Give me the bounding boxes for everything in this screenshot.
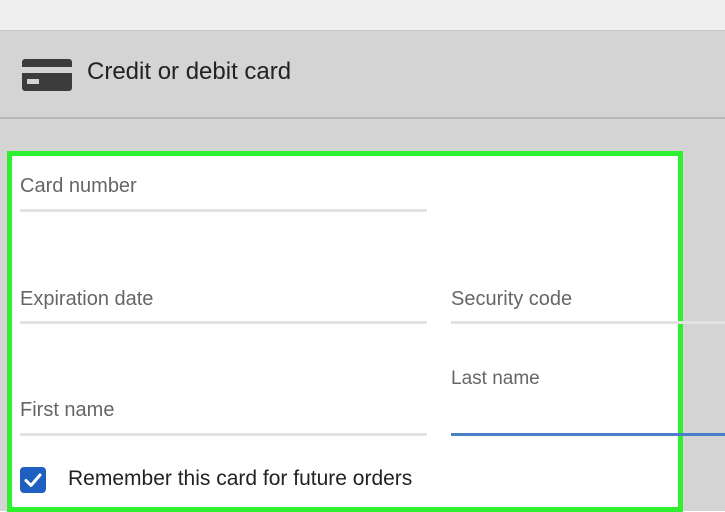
first-name-input[interactable]: First name xyxy=(20,399,114,422)
security-code-underline xyxy=(451,321,725,324)
payment-method-title: Credit or debit card xyxy=(87,58,292,85)
card-number-input[interactable]: Card number xyxy=(20,175,137,198)
card-form-panel xyxy=(7,151,683,512)
checkmark-icon xyxy=(24,473,42,487)
security-code-input[interactable]: Security code xyxy=(451,288,572,311)
last-name-label: Last name xyxy=(451,368,540,389)
card-number-underline xyxy=(20,209,427,212)
browser-top-bar xyxy=(0,0,725,31)
expiration-date-input[interactable]: Expiration date xyxy=(20,288,153,311)
expiration-date-underline xyxy=(20,321,427,324)
credit-card-icon xyxy=(22,59,72,91)
last-name-input[interactable] xyxy=(451,433,725,436)
remember-card-checkbox[interactable] xyxy=(20,467,46,493)
remember-card-label[interactable]: Remember this card for future orders xyxy=(68,467,412,491)
first-name-underline xyxy=(20,433,427,436)
payment-method-header[interactable]: Credit or debit card xyxy=(0,31,725,119)
